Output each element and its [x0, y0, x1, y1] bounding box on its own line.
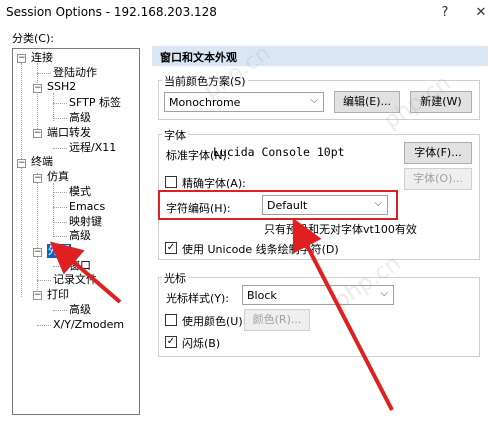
- annotation-arrow: [49, 241, 122, 304]
